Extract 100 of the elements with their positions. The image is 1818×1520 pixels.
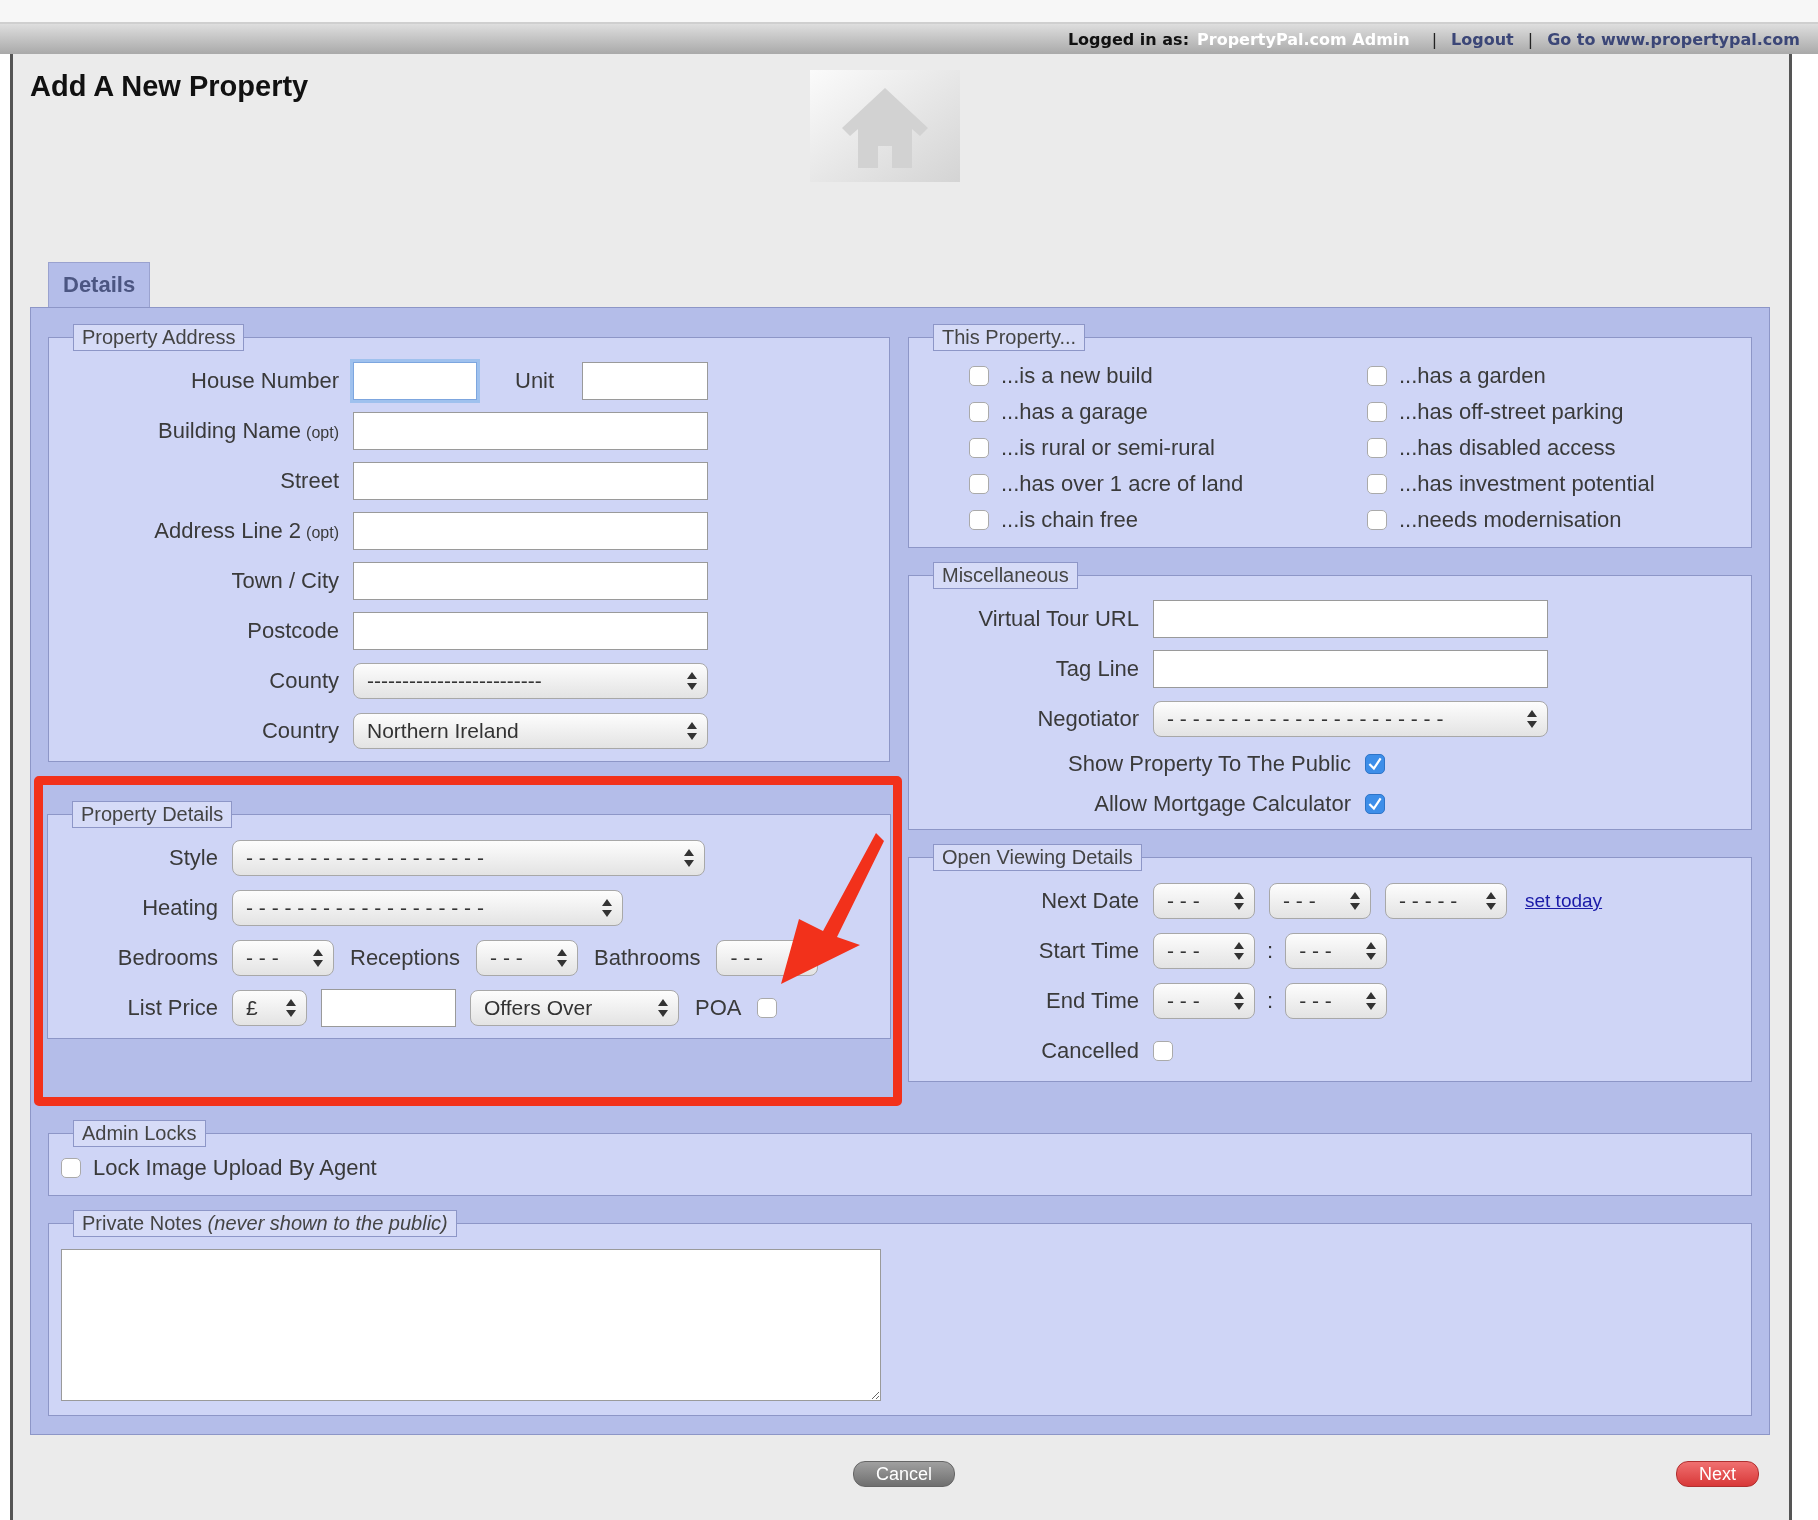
updown-arrows-icon (286, 999, 296, 1017)
text-field[interactable] (353, 462, 708, 500)
field-label: Unit (514, 368, 556, 394)
select-dropdown[interactable]: - - - - - (1385, 883, 1507, 919)
updown-arrows-icon (1234, 892, 1244, 910)
field-label: End Time (1045, 988, 1139, 1014)
section-legend: Open Viewing Details (933, 844, 1142, 871)
field-label: Receptions (349, 945, 462, 971)
updown-arrows-icon (684, 849, 694, 867)
field-label: County (268, 668, 339, 694)
field-label: Postcode (246, 618, 339, 644)
updown-arrows-icon (1350, 892, 1360, 910)
logout-link[interactable]: Logout (1451, 29, 1514, 49)
checkbox[interactable] (969, 510, 989, 530)
text-field[interactable] (582, 362, 709, 400)
field-label: Country (260, 718, 339, 744)
text-field[interactable] (1153, 600, 1548, 638)
set-today-link[interactable]: set today (1525, 890, 1603, 912)
select-dropdown[interactable]: - - - - - - - - - - - - - - - - - - - (232, 840, 705, 876)
field-label: Style (168, 845, 218, 871)
field-label: Allow Mortgage Calculator (1093, 791, 1351, 817)
checkbox[interactable] (1365, 794, 1385, 814)
select-dropdown[interactable]: Offers Over (470, 990, 679, 1026)
field-label: Bathrooms (593, 945, 702, 971)
section-legend: Property Address (73, 324, 245, 351)
field-label: Town / City (230, 568, 339, 594)
time-separator: : (1267, 938, 1274, 964)
updown-arrows-icon (1234, 992, 1244, 1010)
section-legend: Private Notes (never shown to the public) (73, 1210, 457, 1237)
select-dropdown[interactable]: - - - (1269, 883, 1371, 919)
checkbox[interactable] (1367, 510, 1387, 530)
select-dropdown[interactable]: - - - (1285, 933, 1388, 969)
select-dropdown[interactable]: - - - (232, 940, 334, 976)
field-label: Negotiator (1036, 706, 1139, 732)
checkbox[interactable] (969, 438, 989, 458)
checkbox[interactable] (61, 1158, 81, 1178)
field-label: Show Property To The Public (1067, 751, 1351, 777)
select-dropdown[interactable]: - - - (476, 940, 579, 976)
checkbox[interactable] (1367, 366, 1387, 386)
checkbox[interactable] (969, 402, 989, 422)
user-name: PropertyPal.com Admin (1197, 29, 1410, 49)
details-tab[interactable]: Details (48, 262, 151, 307)
checkbox-label: ...is a new build (1001, 363, 1153, 389)
updown-arrows-icon (1486, 892, 1496, 910)
separator: | (1527, 29, 1534, 49)
select-dropdown[interactable]: - - - (1153, 883, 1255, 919)
next-button[interactable]: Next (1676, 1461, 1759, 1487)
select-dropdown[interactable]: - - - (1153, 933, 1255, 969)
text-field[interactable] (1153, 650, 1548, 688)
checkbox-label: ...is chain free (1001, 507, 1138, 533)
checkbox[interactable] (1367, 402, 1387, 422)
select-dropdown[interactable]: Northern Ireland (353, 713, 708, 749)
field-label: Street (279, 468, 339, 494)
logged-in-label: Logged in as: (1067, 29, 1190, 49)
updown-arrows-icon (1527, 710, 1537, 728)
checkbox[interactable] (757, 998, 778, 1018)
updown-arrows-icon (1234, 942, 1244, 960)
updown-arrows-icon (658, 999, 668, 1017)
field-label: POA (694, 995, 743, 1021)
field-label: Start Time (1037, 938, 1139, 964)
checkbox[interactable] (969, 366, 989, 386)
checkbox-label: ...needs modernisation (1399, 507, 1622, 533)
select-dropdown[interactable]: - - - - - - - - - - - - - - - - - - - - - - (1153, 701, 1548, 737)
section-legend: Miscellaneous (933, 562, 1078, 589)
checkbox-label: ...has off-street parking (1399, 399, 1624, 425)
updown-arrows-icon (557, 949, 568, 967)
updown-arrows-icon (687, 722, 697, 740)
text-field[interactable] (353, 362, 477, 400)
checkbox[interactable] (1153, 1041, 1173, 1061)
field-label: Next Date (1040, 888, 1139, 914)
updown-arrows-icon (602, 899, 612, 917)
text-field[interactable] (353, 612, 708, 650)
field-label: Building Name (opt) (157, 418, 339, 444)
cancel-button[interactable]: Cancel (853, 1461, 956, 1487)
text-field[interactable] (321, 989, 456, 1027)
field-label: Address Line 2 (opt) (153, 518, 339, 544)
field-label: House Number (190, 368, 339, 394)
updown-arrows-icon (1366, 992, 1377, 1010)
field-label: Bedrooms (116, 945, 218, 971)
page-title: Add A New Property (29, 69, 309, 103)
text-field[interactable] (353, 412, 708, 450)
select-dropdown[interactable]: ------------------------- (353, 663, 708, 699)
checkbox-label: ...has disabled access (1399, 435, 1616, 461)
site-link[interactable]: Go to www.propertypal.com (1547, 29, 1800, 49)
checkbox[interactable] (1367, 438, 1387, 458)
checkbox[interactable] (1365, 754, 1385, 774)
select-dropdown[interactable]: - - - - - - - - - - - - - - - - - - - (232, 890, 623, 926)
section-legend: Admin Locks (73, 1120, 206, 1147)
select-dropdown[interactable]: - - - (1153, 983, 1255, 1019)
text-field[interactable] (353, 512, 708, 550)
updown-arrows-icon (1366, 942, 1377, 960)
time-separator: : (1267, 988, 1274, 1014)
checkbox-label: ...has a garden (1399, 363, 1546, 389)
checkbox[interactable] (1367, 474, 1387, 494)
checkbox[interactable] (969, 474, 989, 494)
select-dropdown[interactable]: £ (232, 990, 307, 1026)
separator: | (1431, 29, 1438, 49)
select-dropdown[interactable]: - - - (1285, 983, 1388, 1019)
text-field[interactable] (353, 562, 708, 600)
field-label: Tag Line (1054, 656, 1139, 682)
